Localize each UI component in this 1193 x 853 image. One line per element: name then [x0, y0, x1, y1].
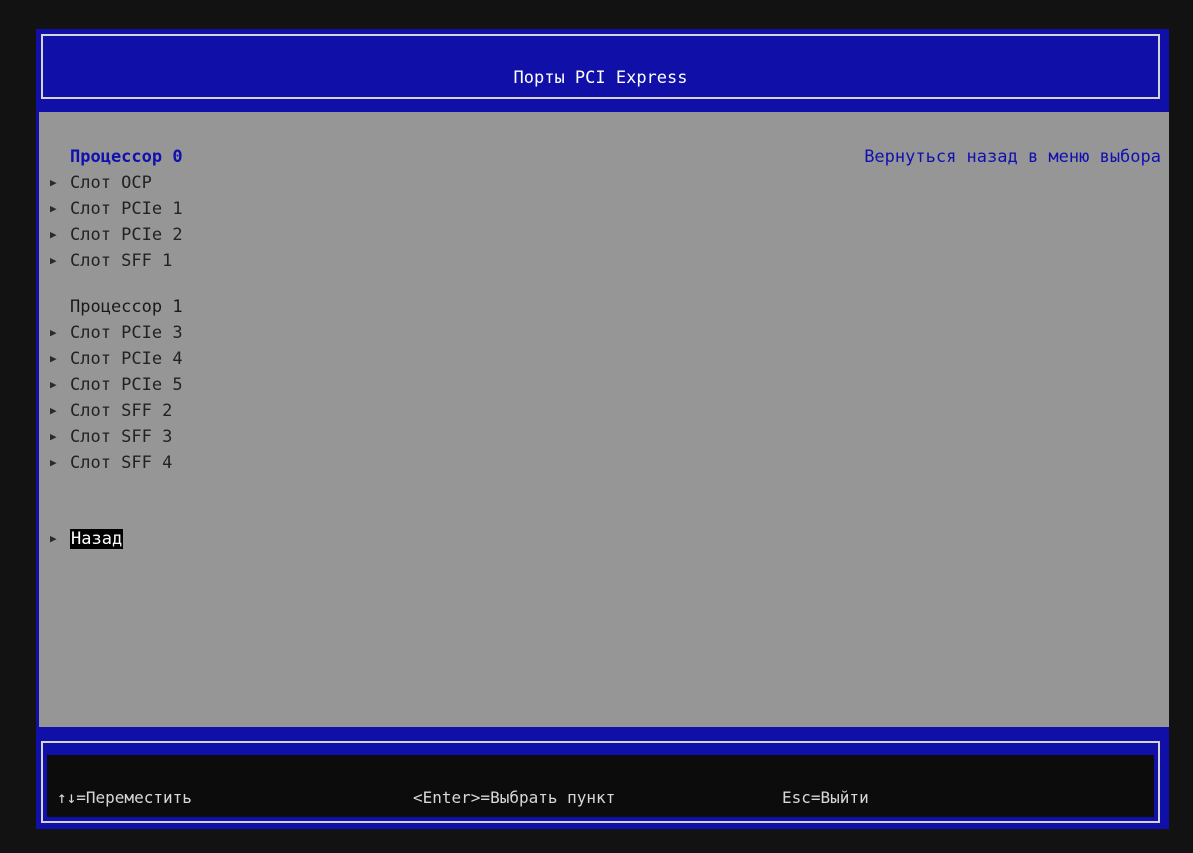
menu-item-ocp-slot[interactable]: ▶ Слот OCP — [39, 170, 639, 196]
page-title: Порты PCI Express — [513, 68, 688, 88]
cpu1-heading: Процессор 1 — [70, 297, 183, 317]
menu-item-pcie-slot-5[interactable]: ▶ Слот PCIe 5 — [39, 372, 639, 398]
header-frame: Порты PCI Express — [41, 34, 1160, 99]
triangle-right-icon: ▶ — [50, 326, 57, 339]
triangle-right-icon: ▶ — [50, 430, 57, 443]
triangle-right-icon: ▶ — [50, 254, 57, 267]
menu-item-label: Слот SFF 4 — [70, 453, 173, 473]
back-label: Назад — [70, 529, 124, 549]
footer-frame: ↑↓=Переместить <Enter>=Выбрать пункт Esc… — [41, 741, 1160, 823]
help-text: Вернуться назад в меню выбора — [864, 147, 1161, 167]
menu-item-label: Слот OCP — [70, 173, 152, 193]
triangle-right-icon: ▶ — [50, 404, 57, 417]
menu-item-sff-slot-3[interactable]: ▶ Слот SFF 3 — [39, 424, 639, 450]
triangle-right-icon: ▶ — [50, 378, 57, 391]
menu-item-label: Слот SFF 3 — [70, 427, 173, 447]
menu-list: Процессор 0 ▶ Слот OCP ▶ Слот PCIe 1 ▶ С… — [39, 144, 639, 552]
triangle-right-icon: ▶ — [50, 456, 57, 469]
back-menu-item[interactable]: ▶ Назад — [39, 526, 639, 552]
menu-item-label: Слот PCIe 5 — [70, 375, 183, 395]
triangle-right-icon: ▶ — [50, 352, 57, 365]
menu-item-label: Слот SFF 2 — [70, 401, 173, 421]
cpu0-heading-row: Процессор 0 — [39, 144, 639, 170]
triangle-right-icon: ▶ — [50, 532, 57, 545]
menu-item-pcie-slot-4[interactable]: ▶ Слот PCIe 4 — [39, 346, 639, 372]
bios-screen: Порты PCI Express Процессор 0 ▶ Слот OCP… — [36, 29, 1169, 829]
menu-item-sff-slot-4[interactable]: ▶ Слот SFF 4 — [39, 450, 639, 476]
cpu1-heading-row: Процессор 1 — [39, 294, 639, 320]
menu-item-label: Слот PCIe 1 — [70, 199, 183, 219]
menu-item-label: Слот PCIe 3 — [70, 323, 183, 343]
menu-item-label: Слот SFF 1 — [70, 251, 173, 271]
key-hint-select: <Enter>=Выбрать пункт — [413, 788, 616, 807]
menu-item-sff-slot-2[interactable]: ▶ Слот SFF 2 — [39, 398, 639, 424]
menu-item-pcie-slot-2[interactable]: ▶ Слот PCIe 2 — [39, 222, 639, 248]
menu-item-pcie-slot-3[interactable]: ▶ Слот PCIe 3 — [39, 320, 639, 346]
key-hint-exit: Esc=Выйти — [782, 788, 869, 807]
cpu0-heading: Процессор 0 — [70, 147, 183, 167]
menu-item-pcie-slot-1[interactable]: ▶ Слот PCIe 1 — [39, 196, 639, 222]
menu-item-sff-slot-1[interactable]: ▶ Слот SFF 1 — [39, 248, 639, 274]
triangle-right-icon: ▶ — [50, 228, 57, 241]
key-hint-move: ↑↓=Переместить — [57, 788, 192, 807]
main-panel: Процессор 0 ▶ Слот OCP ▶ Слот PCIe 1 ▶ С… — [39, 112, 1169, 727]
triangle-right-icon: ▶ — [50, 176, 57, 189]
key-legend-bar: ↑↓=Переместить <Enter>=Выбрать пункт Esc… — [47, 755, 1154, 817]
triangle-right-icon: ▶ — [50, 202, 57, 215]
menu-item-label: Слот PCIe 2 — [70, 225, 183, 245]
menu-item-label: Слот PCIe 4 — [70, 349, 183, 369]
